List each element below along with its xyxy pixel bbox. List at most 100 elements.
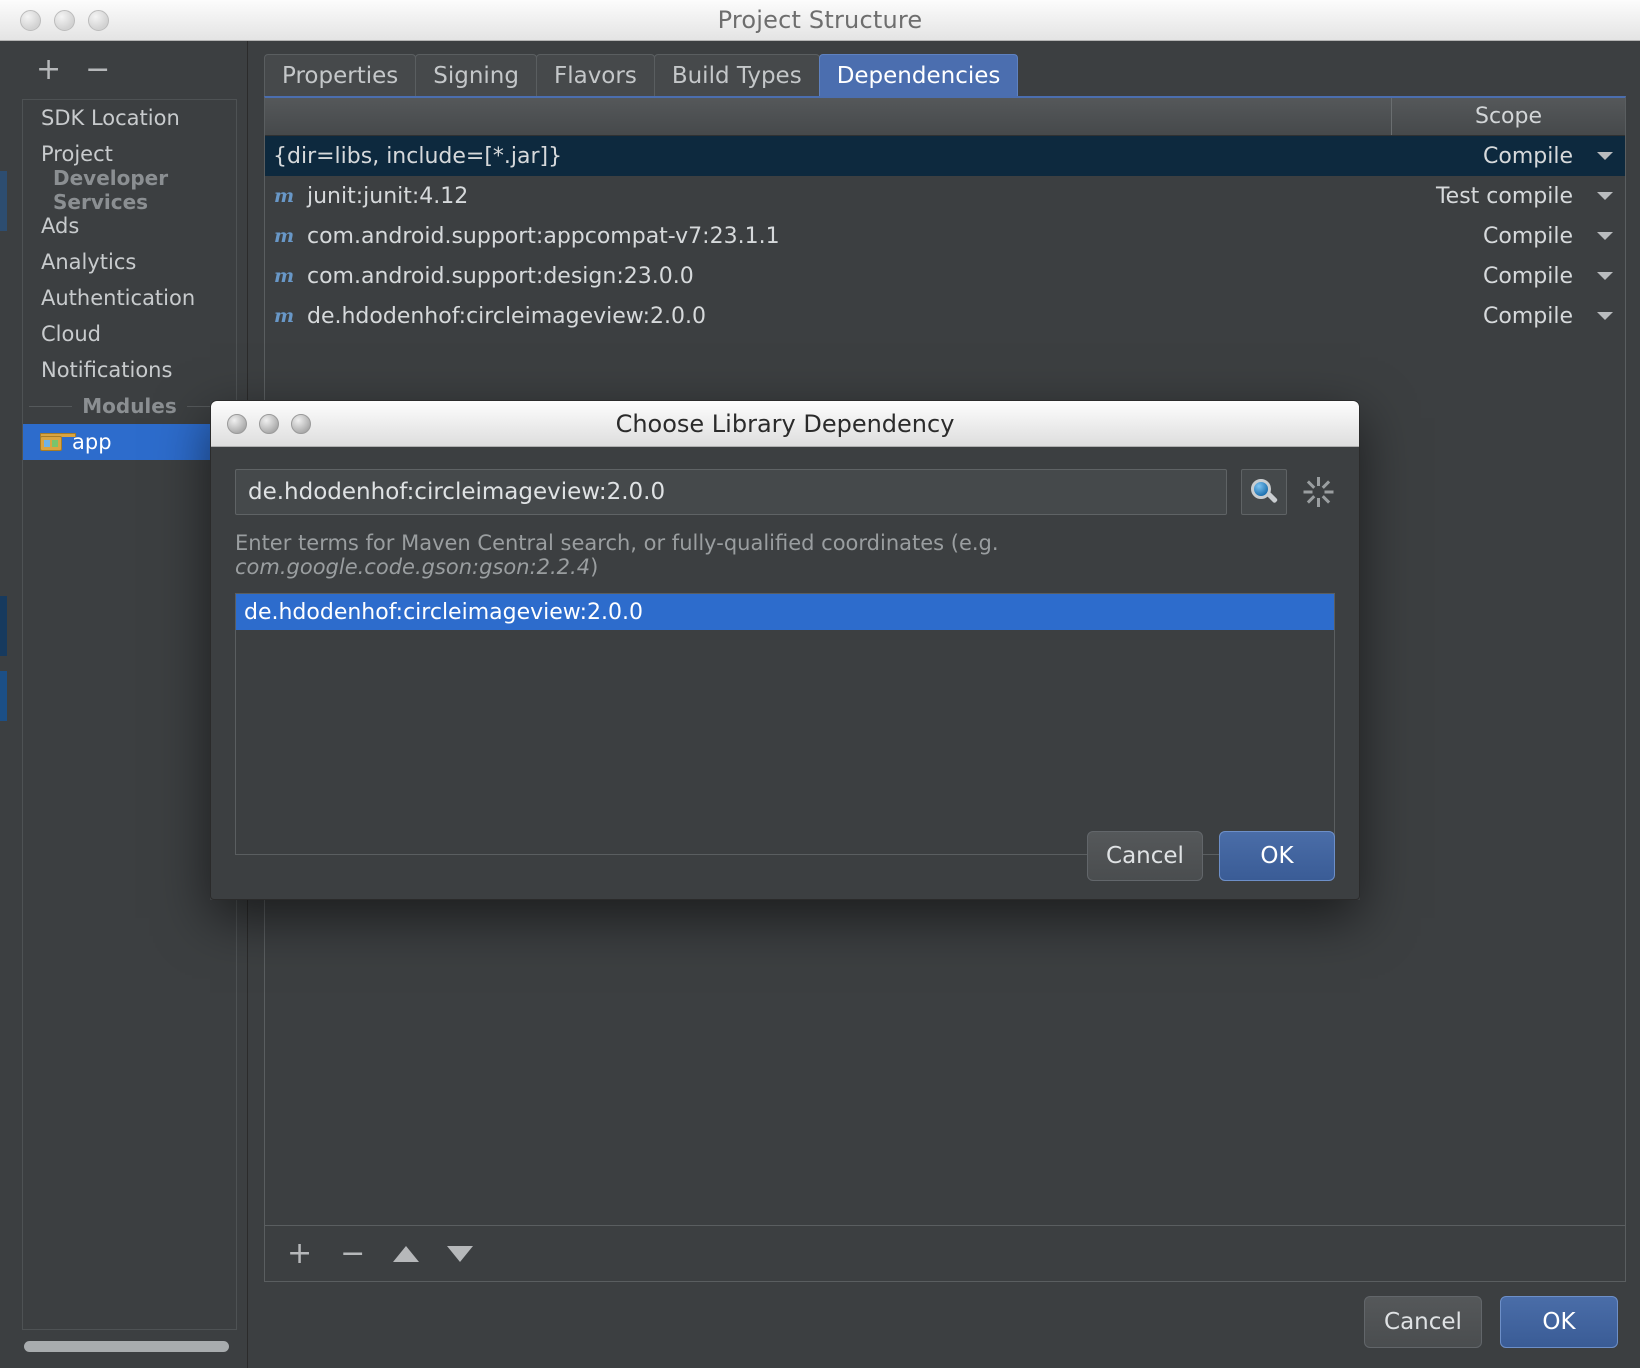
main-footer: Cancel OK	[1364, 1296, 1618, 1348]
dependencies-toolbar: + −	[265, 1225, 1625, 1281]
table-row[interactable]: m junit:junit:4.12 Test compile	[265, 176, 1625, 216]
remove-module-button[interactable]: −	[85, 55, 110, 85]
maven-icon: m	[273, 305, 295, 327]
sidebar-item-label: app	[72, 430, 112, 454]
chevron-down-icon[interactable]	[1597, 152, 1613, 160]
search-hint-suffix: )	[590, 555, 599, 579]
chevron-down-icon[interactable]	[1597, 192, 1613, 200]
tab-strip: Properties Signing Flavors Build Types D…	[264, 41, 1626, 96]
tab-label: Flavors	[553, 62, 637, 89]
app-window: Project Structure + − SDK Location Proje…	[0, 0, 1640, 1368]
sidebar-group-developer-services: Developer Services	[23, 166, 236, 214]
dependency-name-cell: m com.android.support:design:23.0.0	[265, 264, 1392, 289]
remove-dependency-button[interactable]: −	[340, 1238, 365, 1269]
background-window-edge-2	[0, 596, 7, 656]
separator-line	[29, 405, 73, 407]
sidebar-group-label: Developer Services	[53, 166, 169, 214]
tab-properties[interactable]: Properties	[264, 54, 417, 96]
sidebar-item-notifications[interactable]: Notifications	[23, 352, 236, 388]
search-input[interactable]: de.hdodenhof:circleimageview:2.0.0	[235, 469, 1227, 515]
window-title: Project Structure	[717, 6, 923, 34]
sidebar-left-strip	[0, 41, 8, 1368]
tab-label: Properties	[282, 62, 399, 89]
dependency-scope-cell[interactable]: Compile	[1392, 144, 1625, 169]
maven-icon: m	[273, 185, 295, 207]
dialog-ok-button[interactable]: OK	[1219, 831, 1335, 881]
android-module-icon	[40, 433, 76, 451]
scope-value: Compile	[1483, 263, 1573, 289]
scope-value: Compile	[1483, 143, 1573, 169]
loading-spinner-icon	[1301, 475, 1335, 509]
dialog-title: Choose Library Dependency	[615, 409, 955, 438]
sidebar-item-label: Ads	[41, 214, 80, 238]
move-up-icon[interactable]	[393, 1245, 420, 1262]
scope-value: Compile	[1483, 303, 1573, 329]
dialog-cancel-button[interactable]: Cancel	[1087, 831, 1203, 881]
dependency-scope-cell[interactable]: Compile	[1392, 224, 1625, 249]
ok-button[interactable]: OK	[1500, 1296, 1618, 1348]
sidebar-item-label: Project	[41, 142, 113, 166]
sidebar-item-sdk-location[interactable]: SDK Location	[23, 100, 236, 136]
tab-dependencies[interactable]: Dependencies	[818, 54, 1019, 96]
sidebar-item-app[interactable]: app	[23, 424, 236, 460]
chevron-down-icon[interactable]	[1597, 232, 1613, 240]
chevron-down-icon[interactable]	[1597, 272, 1613, 280]
chevron-down-icon[interactable]	[1597, 312, 1613, 320]
sidebar-toolbar: + −	[0, 41, 247, 99]
dependency-name-label: com.android.support:design:23.0.0	[307, 263, 694, 289]
background-window-edge-3	[0, 671, 7, 721]
table-row[interactable]: m com.android.support:appcompat-v7:23.1.…	[265, 216, 1625, 256]
choose-library-dependency-dialog: Choose Library Dependency de.hdodenhof:c…	[210, 400, 1360, 900]
dialog-footer: Cancel OK	[1087, 831, 1335, 881]
column-header-name[interactable]	[265, 98, 1392, 135]
search-hint-example: com.google.code.gson:gson:2.2.4	[235, 555, 591, 579]
maven-icon: m	[273, 265, 295, 287]
dependency-name-label: com.android.support:appcompat-v7:23.1.1	[307, 223, 780, 249]
search-hint: Enter terms for Maven Central search, or…	[235, 531, 1335, 579]
sidebar-item-label: Analytics	[41, 250, 137, 274]
dependency-name-label: de.hdodenhof:circleimageview:2.0.0	[307, 303, 706, 329]
tab-label: Signing	[433, 62, 519, 89]
sidebar-horizontal-scrollbar[interactable]	[24, 1341, 229, 1352]
sidebar-item-label: Notifications	[41, 358, 173, 382]
cancel-button[interactable]: Cancel	[1364, 1296, 1482, 1348]
table-row[interactable]: {dir=libs, include=[*.jar]} Compile	[265, 136, 1625, 176]
dependency-name-cell: m junit:junit:4.12	[265, 184, 1392, 209]
dependency-scope-cell[interactable]: Test compile	[1392, 184, 1625, 209]
search-button[interactable]	[1241, 469, 1287, 515]
sidebar-item-label: SDK Location	[41, 106, 180, 130]
modules-separator-label: Modules	[82, 394, 177, 418]
dependency-scope-cell[interactable]: Compile	[1392, 304, 1625, 329]
background-window-edge-1	[0, 171, 7, 231]
sidebar-item-label: Cloud	[41, 322, 101, 346]
tab-flavors[interactable]: Flavors	[535, 54, 655, 96]
search-hint-prefix: Enter terms for Maven Central search, or…	[235, 531, 999, 555]
maven-icon: m	[273, 225, 295, 247]
dependency-name-cell: m de.hdodenhof:circleimageview:2.0.0	[265, 304, 1392, 329]
tab-signing[interactable]: Signing	[415, 54, 537, 96]
table-row[interactable]: m com.android.support:design:23.0.0 Comp…	[265, 256, 1625, 296]
dialog-body: de.hdodenhof:circleimageview:2.0.0 Enter…	[211, 447, 1359, 855]
search-row: de.hdodenhof:circleimageview:2.0.0	[235, 469, 1335, 515]
column-header-scope[interactable]: Scope	[1392, 98, 1625, 135]
window-titlebar: Project Structure	[0, 0, 1640, 41]
sidebar-item-cloud[interactable]: Cloud	[23, 316, 236, 352]
table-row[interactable]: m de.hdodenhof:circleimageview:2.0.0 Com…	[265, 296, 1625, 336]
dependency-scope-cell[interactable]: Compile	[1392, 264, 1625, 289]
tab-build-types[interactable]: Build Types	[653, 54, 820, 96]
search-results-list[interactable]: de.hdodenhof:circleimageview:2.0.0	[235, 593, 1335, 855]
sidebar-item-analytics[interactable]: Analytics	[23, 244, 236, 280]
dependency-name-cell: m com.android.support:appcompat-v7:23.1.…	[265, 224, 1392, 249]
scope-value: Compile	[1483, 223, 1573, 249]
sidebar-item-label: Authentication	[41, 286, 196, 310]
add-dependency-button[interactable]: +	[287, 1238, 312, 1269]
list-item[interactable]: de.hdodenhof:circleimageview:2.0.0	[236, 594, 1334, 630]
move-down-icon[interactable]	[447, 1245, 474, 1262]
sidebar-item-authentication[interactable]: Authentication	[23, 280, 236, 316]
dependency-name-label: {dir=libs, include=[*.jar]}	[273, 143, 563, 169]
add-module-button[interactable]: +	[36, 55, 61, 85]
sidebar-list: SDK Location Project Developer Services …	[22, 99, 237, 1330]
dependencies-table-header: Scope	[265, 98, 1625, 136]
list-item-label: de.hdodenhof:circleimageview:2.0.0	[244, 599, 643, 625]
sidebar-modules-separator: Modules	[23, 388, 236, 424]
